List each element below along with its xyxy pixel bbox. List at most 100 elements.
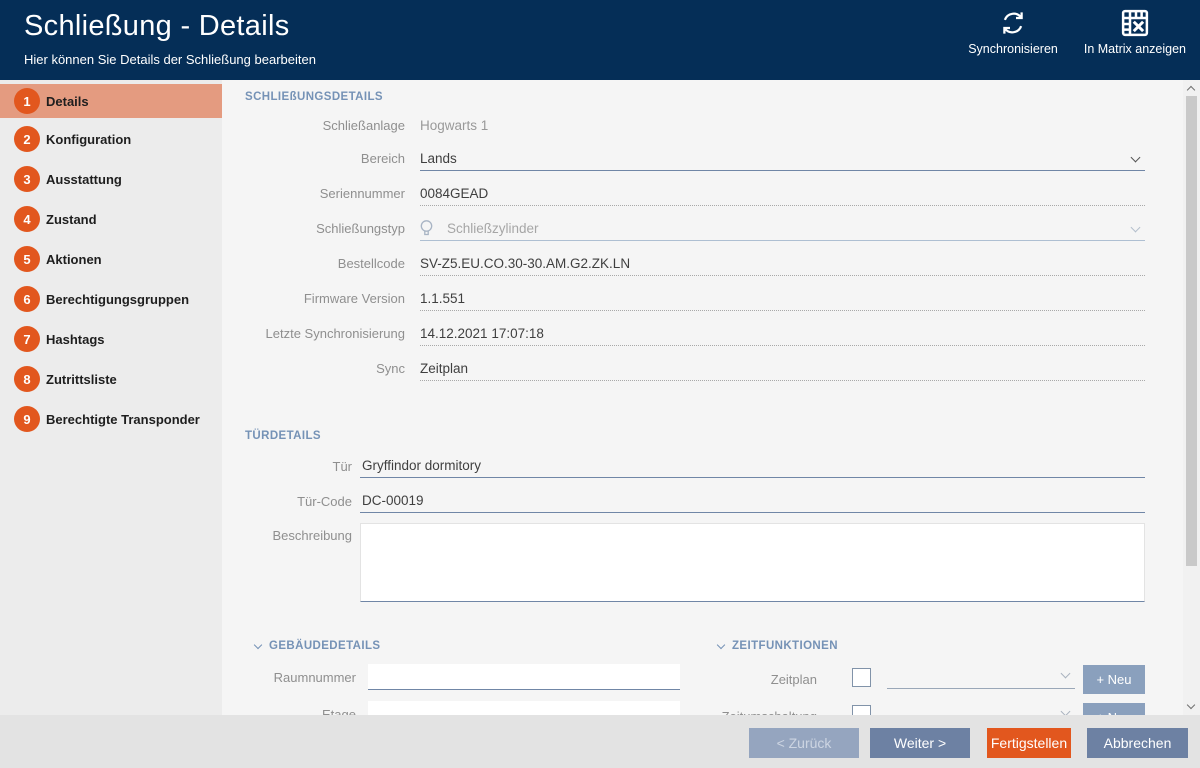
field-label: Bestellcode: [222, 254, 405, 276]
step-number-badge: 8: [14, 366, 40, 392]
sidebar-item-label: Zutrittsliste: [46, 372, 117, 387]
cancel-button[interactable]: Abbrechen: [1087, 728, 1188, 758]
bereich-value: Lands: [420, 151, 457, 166]
finish-button[interactable]: Fertigstellen: [987, 728, 1071, 758]
time-functions-collapse[interactable]: ZEITFUNKTIONEN: [718, 640, 838, 652]
show-in-matrix-button[interactable]: In Matrix anzeigen: [1084, 8, 1186, 56]
field-row-tuer: Tür: [222, 457, 1145, 478]
section-title-door-details: TÜRDETAILS: [245, 430, 321, 442]
chevron-down-icon: [1131, 153, 1141, 163]
letzte-sync-value: 14.12.2021 17:07:18: [420, 324, 1145, 346]
seriennummer-value: 0084GEAD: [420, 184, 1145, 206]
tuer-input[interactable]: [360, 457, 1145, 478]
wizard-step-sidebar: 1 Details 2 Konfiguration 3 Ausstattung …: [0, 80, 222, 715]
field-label: Letzte Synchronisierung: [222, 324, 405, 346]
field-row-letzte-synchronisierung: Letzte Synchronisierung 14.12.2021 17:07…: [222, 324, 1145, 346]
section-title-lock-details: SCHLIEßUNGSDETAILS: [245, 91, 383, 103]
sidebar-item-ausstattung[interactable]: 3 Ausstattung: [0, 162, 222, 196]
header-actions: Synchronisieren In Matrix anzeigen: [968, 8, 1186, 56]
firmware-value: 1.1.551: [420, 289, 1145, 311]
zeitumschaltung-neu-button[interactable]: + Neu: [1083, 703, 1145, 715]
zeitplan-dropdown[interactable]: [887, 665, 1075, 689]
sidebar-item-konfiguration[interactable]: 2 Konfiguration: [0, 122, 222, 156]
step-number-badge: 6: [14, 286, 40, 312]
page-title: Schließung - Details: [24, 10, 290, 43]
sidebar-item-label: Berechtigungsgruppen: [46, 292, 189, 307]
sidebar-item-berechtigungsgruppen[interactable]: 6 Berechtigungsgruppen: [0, 282, 222, 316]
step-number-badge: 2: [14, 126, 40, 152]
chevron-down-icon: [254, 640, 262, 648]
sidebar-item-label: Aktionen: [46, 252, 102, 267]
field-label: Beschreibung: [222, 523, 352, 607]
wizard-footer: < Zurück Weiter > Fertigstellen Abbreche…: [0, 715, 1200, 768]
sidebar-item-label: Hashtags: [46, 332, 105, 347]
zeitplan-neu-button[interactable]: + Neu: [1083, 665, 1145, 694]
schliessungstyp-value: Schließzylinder: [447, 221, 539, 236]
field-row-schliessanlage: Schließanlage Hogwarts 1: [222, 116, 1145, 138]
field-label: Tür-Code: [222, 492, 352, 513]
field-label: Firmware Version: [222, 289, 405, 311]
step-number-badge: 3: [14, 166, 40, 192]
back-button[interactable]: < Zurück: [749, 728, 859, 758]
step-number-badge: 9: [14, 406, 40, 432]
zeitumschaltung-dropdown[interactable]: [887, 703, 1075, 715]
field-label: Seriennummer: [222, 184, 405, 206]
chevron-down-icon: [1061, 707, 1071, 715]
sidebar-item-zustand[interactable]: 4 Zustand: [0, 202, 222, 236]
vertical-scrollbar[interactable]: [1183, 80, 1200, 715]
field-row-schliessungstyp: Schließungstyp Schließzylinder: [222, 219, 1145, 241]
etage-label: Etage: [222, 707, 356, 715]
building-details-collapse[interactable]: GEBÄUDEDETAILS: [255, 640, 380, 652]
sidebar-item-label: Details: [46, 94, 89, 109]
schliessungstyp-dropdown: Schließzylinder: [420, 219, 1145, 241]
section-title-time-functions: ZEITFUNKTIONEN: [732, 640, 838, 652]
bereich-dropdown[interactable]: Lands: [420, 149, 1145, 171]
title-bar: Schließung - Details Hier können Sie Det…: [0, 0, 1200, 80]
scroll-up-icon[interactable]: [1187, 86, 1195, 94]
sidebar-item-zutrittsliste[interactable]: 8 Zutrittsliste: [0, 362, 222, 396]
scroll-down-icon[interactable]: [1187, 701, 1195, 709]
zeitumschaltung-checkbox[interactable]: [852, 705, 871, 715]
beschreibung-textarea[interactable]: [360, 523, 1145, 602]
sidebar-item-berechtigte-transponder[interactable]: 9 Berechtigte Transponder: [0, 402, 222, 436]
chevron-down-icon: [1131, 223, 1141, 233]
scrollbar-thumb[interactable]: [1186, 96, 1197, 566]
chevron-down-icon: [1061, 669, 1071, 679]
field-row-sync: Sync Zeitplan: [222, 359, 1145, 381]
bestellcode-value: SV-Z5.EU.CO.30-30.AM.G2.ZK.LN: [420, 254, 1145, 276]
field-row-tuer-code: Tür-Code: [222, 492, 1145, 513]
schliessanlage-value: Hogwarts 1: [420, 116, 1145, 138]
lock-cylinder-icon: [420, 220, 433, 242]
page-subtitle: Hier können Sie Details der Schließung b…: [24, 52, 316, 67]
tuer-code-input[interactable]: [360, 492, 1145, 513]
field-row-seriennummer: Seriennummer 0084GEAD: [222, 184, 1145, 206]
sync-icon: [998, 8, 1028, 38]
sidebar-item-label: Konfiguration: [46, 132, 131, 147]
show-in-matrix-label: In Matrix anzeigen: [1084, 42, 1186, 56]
field-label: Bereich: [222, 149, 405, 171]
step-number-badge: 1: [14, 88, 40, 114]
synchronize-button[interactable]: Synchronisieren: [968, 8, 1058, 56]
sidebar-item-aktionen[interactable]: 5 Aktionen: [0, 242, 222, 276]
section-title-building-details: GEBÄUDEDETAILS: [269, 640, 380, 652]
field-row-beschreibung: Beschreibung: [222, 523, 1145, 607]
sidebar-item-label: Zustand: [46, 212, 97, 227]
sidebar-item-label: Ausstattung: [46, 172, 122, 187]
field-label: Tür: [222, 457, 352, 478]
zeitplan-label: Zeitplan: [718, 672, 817, 687]
raumnummer-input[interactable]: [368, 664, 680, 690]
step-number-badge: 5: [14, 246, 40, 272]
sidebar-item-hashtags[interactable]: 7 Hashtags: [0, 322, 222, 356]
main-form-area: SCHLIEßUNGSDETAILS Schließanlage Hogwart…: [222, 80, 1180, 715]
next-button[interactable]: Weiter >: [870, 728, 970, 758]
sidebar-item-details[interactable]: 1 Details: [0, 84, 222, 118]
field-row-bestellcode: Bestellcode SV-Z5.EU.CO.30-30.AM.G2.ZK.L…: [222, 254, 1145, 276]
matrix-grid-icon: [1120, 8, 1150, 38]
sidebar-item-label: Berechtigte Transponder: [46, 412, 200, 427]
sync-value: Zeitplan: [420, 359, 1145, 381]
field-label: Schließanlage: [222, 116, 405, 138]
etage-input[interactable]: [368, 701, 680, 715]
step-number-badge: 4: [14, 206, 40, 232]
zeitplan-checkbox[interactable]: [852, 668, 871, 687]
raumnummer-label: Raumnummer: [222, 670, 356, 685]
